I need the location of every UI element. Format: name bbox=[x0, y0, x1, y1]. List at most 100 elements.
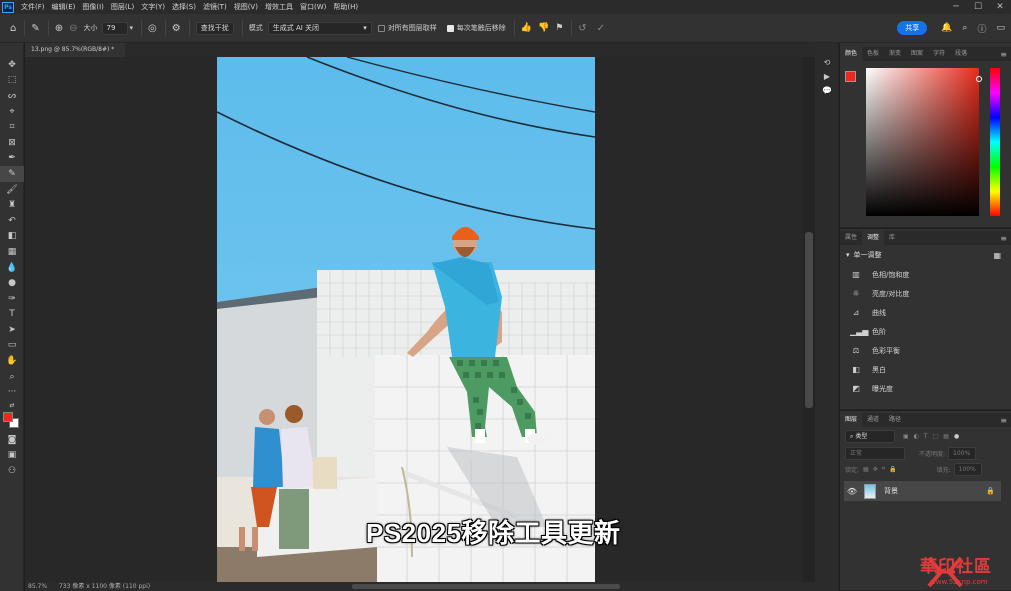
panel-menu-icon[interactable]: ≡ bbox=[1000, 416, 1007, 425]
dodge-tool-icon[interactable]: ● bbox=[0, 275, 24, 291]
workspace-layout-icon[interactable]: ▭ bbox=[996, 23, 1005, 33]
close-icon[interactable]: ✕ bbox=[989, 2, 1011, 12]
foreground-color-swatch[interactable] bbox=[3, 412, 13, 423]
menu-type[interactable]: 文字(Y) bbox=[141, 2, 165, 12]
brush-tool-icon[interactable]: 🖌 bbox=[0, 182, 24, 198]
add-brush-mode-icon[interactable]: ⊕ bbox=[55, 23, 63, 34]
fill-input[interactable]: 100% bbox=[953, 462, 982, 476]
remove-tool-icon[interactable]: ✎ bbox=[0, 166, 24, 182]
maximize-icon[interactable]: ☐ bbox=[967, 2, 989, 12]
grid-view-icon[interactable]: ▦ bbox=[993, 251, 1001, 260]
tab-gradients[interactable]: 渐变 bbox=[884, 47, 906, 61]
subtract-brush-mode-icon[interactable]: ⊖ bbox=[69, 23, 77, 34]
type-tool-icon[interactable]: T bbox=[0, 307, 24, 323]
share-button[interactable]: 共享 bbox=[897, 21, 928, 35]
menu-view[interactable]: 视图(V) bbox=[234, 2, 258, 12]
color-swatches[interactable] bbox=[0, 410, 24, 432]
foreground-swatch[interactable] bbox=[845, 71, 856, 82]
filter-pixel-icon[interactable]: ▣ bbox=[903, 433, 909, 440]
tab-layers[interactable]: 图层 bbox=[840, 413, 863, 427]
filter-type-icon[interactable]: T bbox=[924, 433, 928, 440]
frame-tool-icon[interactable]: ⊠ bbox=[0, 135, 24, 151]
move-tool-icon[interactable]: ✥ bbox=[0, 57, 24, 73]
remove-tool-preset-icon[interactable]: ✎ bbox=[31, 23, 39, 34]
adjustment-exposure[interactable]: ◩ 曝光度 bbox=[840, 379, 1011, 398]
undo-icon[interactable]: ↺ bbox=[578, 23, 586, 34]
eyedropper-tool-icon[interactable]: ✒ bbox=[0, 151, 24, 167]
filter-toggle-icon[interactable]: ● bbox=[954, 433, 959, 440]
find-distractions-button[interactable]: 查找干扰 bbox=[195, 21, 234, 35]
tab-paragraph[interactable]: 段落 bbox=[950, 47, 972, 61]
layer-row-background[interactable]: 👁 背景 🔒 bbox=[844, 481, 1001, 501]
remove-after-stroke-checkbox[interactable]: 每次笔触后移除 bbox=[446, 23, 506, 33]
menu-edit[interactable]: 编辑(E) bbox=[52, 2, 76, 12]
object-select-tool-icon[interactable]: ⌖ bbox=[0, 104, 24, 120]
document-tab[interactable]: 13.png @ 85.7%(RGB/8#) * bbox=[25, 43, 125, 57]
menu-select[interactable]: 选择(S) bbox=[172, 2, 196, 12]
sample-all-layers-checkbox[interactable]: 对所有图层取样 bbox=[377, 23, 437, 33]
layer-filter-select[interactable]: ⌕ 类型 bbox=[845, 429, 895, 443]
adjustment-brightness-contrast[interactable]: ☼ 亮度/对比度 bbox=[840, 284, 1011, 303]
vertical-scrollbar-thumb[interactable] bbox=[805, 232, 813, 408]
lock-position-icon[interactable]: ✥ bbox=[873, 466, 878, 473]
actions-play-icon[interactable]: ▶ bbox=[815, 69, 839, 83]
hand-tool-icon[interactable]: ✋ bbox=[0, 353, 24, 369]
path-select-tool-icon[interactable]: ➤ bbox=[0, 322, 24, 338]
menu-layer[interactable]: 图层(L) bbox=[111, 2, 134, 12]
size-input[interactable]: 79 bbox=[101, 21, 128, 35]
rectangle-tool-icon[interactable]: ▭ bbox=[0, 338, 24, 354]
clone-stamp-tool-icon[interactable]: ♜ bbox=[0, 197, 24, 213]
pressure-icon[interactable]: ◎ bbox=[148, 23, 157, 34]
opacity-input[interactable]: 100% bbox=[948, 446, 977, 460]
home-icon[interactable]: ⌂ bbox=[10, 23, 16, 34]
screen-mode-icon[interactable]: ▣ bbox=[0, 448, 24, 464]
blur-tool-icon[interactable]: 💧 bbox=[0, 260, 24, 276]
menu-filter[interactable]: 滤镜(T) bbox=[203, 2, 227, 12]
adjustment-levels[interactable]: ▁▃▅ 色阶 bbox=[840, 322, 1011, 341]
lasso-tool-icon[interactable]: ᔕ bbox=[0, 88, 24, 104]
help-icon[interactable]: ⓘ bbox=[977, 22, 986, 35]
crop-tool-icon[interactable]: ⌗ bbox=[0, 119, 24, 135]
tab-adjustments[interactable]: 调整 bbox=[862, 231, 885, 245]
notifications-bell-icon[interactable]: 🔔 bbox=[941, 23, 952, 33]
hue-slider[interactable] bbox=[990, 68, 1000, 216]
settings-gear-icon[interactable]: ⚙ bbox=[172, 23, 181, 34]
quick-mask-icon[interactable]: ◙ bbox=[0, 432, 24, 448]
filter-smart-object-icon[interactable]: ▤ bbox=[943, 433, 949, 440]
horizontal-scrollbar-thumb[interactable] bbox=[352, 584, 620, 589]
color-picker-field[interactable] bbox=[866, 68, 979, 216]
adjustment-black-white[interactable]: ◧ 黑白 bbox=[840, 360, 1011, 379]
size-chevron-down-icon[interactable]: ▾ bbox=[130, 24, 134, 32]
lock-pixels-icon[interactable]: ▦ bbox=[863, 466, 869, 473]
layer-name[interactable]: 背景 bbox=[884, 486, 898, 496]
tab-channels[interactable]: 通道 bbox=[862, 413, 884, 427]
color-picker-handle[interactable] bbox=[976, 76, 982, 82]
document-dimensions[interactable]: 733 像素 x 1100 像素 (110 ppi) bbox=[59, 583, 150, 590]
filter-shape-icon[interactable]: ⬚ bbox=[933, 433, 939, 440]
zoom-tool-icon[interactable]: ⌕ bbox=[0, 369, 24, 385]
tab-swatches[interactable]: 色板 bbox=[862, 47, 884, 61]
swap-colors-icon[interactable]: ⇄ bbox=[0, 400, 24, 410]
adjustment-hue-saturation[interactable]: ▥ 色相/饱和度 bbox=[840, 265, 1011, 284]
canvas-photo[interactable] bbox=[217, 57, 595, 584]
more-tools-icon[interactable]: ··· bbox=[0, 384, 24, 400]
menu-window[interactable]: 窗口(W) bbox=[300, 2, 326, 12]
eraser-tool-icon[interactable]: ◧ bbox=[0, 229, 24, 245]
commit-check-icon[interactable]: ✓ bbox=[597, 23, 605, 34]
panel-menu-icon[interactable]: ≡ bbox=[1000, 234, 1007, 243]
tab-libraries[interactable]: 库 bbox=[884, 231, 900, 245]
thumbs-up-icon[interactable]: 👍 bbox=[521, 23, 532, 33]
history-icon[interactable]: ⟲ bbox=[815, 55, 839, 69]
lock-all-icon[interactable]: 🔒 bbox=[889, 466, 896, 473]
menu-help[interactable]: 帮助(H) bbox=[333, 2, 358, 12]
gradient-tool-icon[interactable]: ▦ bbox=[0, 244, 24, 260]
menu-image[interactable]: 图像(I) bbox=[82, 2, 104, 12]
visibility-eye-icon[interactable]: 👁 bbox=[844, 487, 860, 496]
lock-artboard-icon[interactable]: ⌗ bbox=[882, 465, 885, 473]
tab-properties[interactable]: 属性 bbox=[840, 231, 862, 245]
minimize-icon[interactable]: ─ bbox=[945, 2, 967, 12]
edit-toolbar-icon[interactable]: ⚇ bbox=[0, 463, 24, 479]
tab-color[interactable]: 颜色 bbox=[840, 47, 863, 61]
adjustment-color-balance[interactable]: ⚖ 色彩平衡 bbox=[840, 341, 1011, 360]
single-adjustments-header[interactable]: ▾ 单一调整 ▦ bbox=[840, 245, 1011, 265]
